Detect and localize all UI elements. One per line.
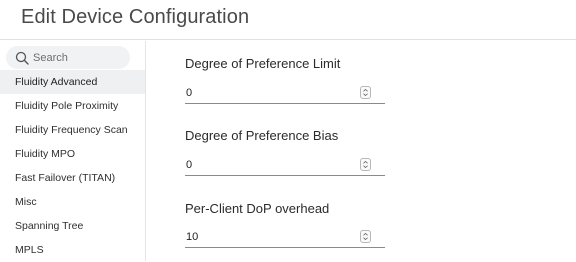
sidebar-item-fluidity-frequency-scan[interactable]: Fluidity Frequency Scan: [0, 118, 145, 142]
stepper-icon[interactable]: [360, 230, 371, 243]
dop-bias-label: Degree of Preference Bias: [185, 128, 339, 143]
sidebar-item-fluidity-pole-proximity[interactable]: Fluidity Pole Proximity: [0, 94, 145, 118]
per-client-dop-overhead-field[interactable]: [185, 226, 385, 248]
page-title: Edit Device Configuration: [21, 6, 250, 28]
dop-bias-field[interactable]: [185, 154, 385, 176]
per-client-dop-overhead-input[interactable]: [186, 228, 346, 246]
dop-limit-field[interactable]: [185, 82, 385, 104]
stepper-icon[interactable]: [360, 86, 371, 99]
search-icon: [15, 51, 29, 65]
dop-limit-input[interactable]: [186, 84, 346, 102]
sidebar-item-spanning-tree[interactable]: Spanning Tree: [0, 214, 145, 238]
search-input[interactable]: [33, 46, 128, 69]
dop-bias-input[interactable]: [186, 156, 346, 174]
page-header: Edit Device Configuration: [0, 0, 576, 40]
per-client-dop-overhead-label: Per-Client DoP overhead: [185, 201, 330, 216]
sidebar-item-misc[interactable]: Misc: [0, 190, 145, 214]
sidebar-item-fast-failover[interactable]: Fast Failover (TITAN): [0, 166, 145, 190]
sidebar-item-fluidity-advanced[interactable]: Fluidity Advanced: [0, 70, 145, 94]
sidebar: Fluidity Advanced Fluidity Pole Proximit…: [0, 41, 146, 261]
sidebar-item-fluidity-mpo[interactable]: Fluidity MPO: [0, 142, 145, 166]
sidebar-item-mpls[interactable]: MPLS: [0, 238, 145, 262]
stepper-icon[interactable]: [360, 158, 371, 171]
search-box[interactable]: [6, 46, 130, 69]
dop-limit-label: Degree of Preference Limit: [185, 56, 341, 71]
main-panel: Degree of Preference Limit Degree of Pre…: [147, 41, 576, 261]
